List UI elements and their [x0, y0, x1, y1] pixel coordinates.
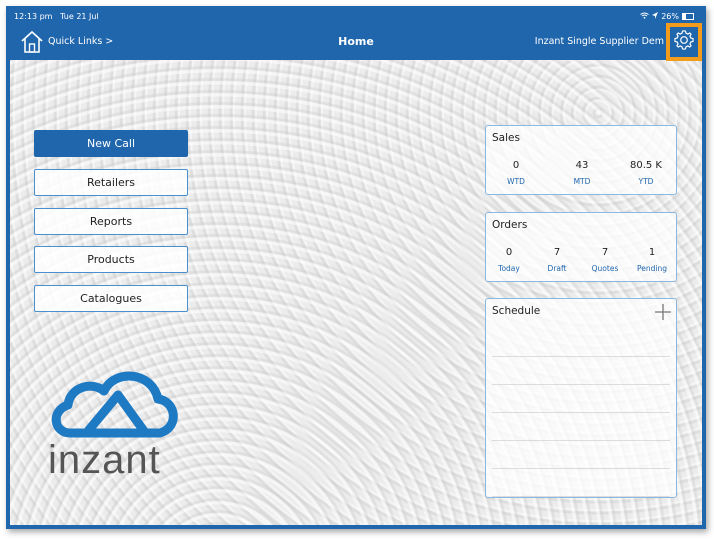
status-time: 12:13 pm — [14, 12, 53, 21]
sales-title: Sales — [492, 132, 520, 144]
battery-percent: 26% — [661, 12, 679, 21]
nav-bar: Quick Links > Home Inzant Single Supplie… — [10, 23, 702, 61]
stat-value: 80.5 K — [629, 160, 662, 171]
sales-mtd[interactable]: 43 MTD — [560, 160, 604, 186]
app-frame: 12:13 pm Tue 21 Jul 26% Quick Links > Ho… — [6, 6, 706, 529]
screen: 12:13 pm Tue 21 Jul 26% Quick Links > Ho… — [10, 10, 702, 525]
orders-quotes[interactable]: 7 Quotes — [583, 247, 627, 273]
battery-icon — [682, 13, 694, 20]
settings-button[interactable] — [666, 23, 702, 61]
orders-pending[interactable]: 1 Pending — [630, 247, 674, 273]
new-call-button[interactable]: New Call — [34, 130, 188, 157]
stat-label: MTD — [573, 177, 591, 186]
stat-value: 43 — [575, 160, 589, 171]
wifi-icon — [640, 12, 650, 21]
location-icon — [652, 12, 659, 21]
status-bar: 12:13 pm Tue 21 Jul 26% — [10, 10, 702, 24]
catalogues-button[interactable]: Catalogues — [34, 285, 188, 312]
stat-value: 0 — [512, 160, 520, 171]
stat-value: 7 — [553, 247, 561, 258]
schedule-slot[interactable] — [492, 357, 670, 385]
logo-wordmark: inzant — [48, 438, 161, 482]
stat-label: Today — [498, 264, 520, 273]
reports-button[interactable]: Reports — [34, 208, 188, 235]
gear-icon — [673, 29, 695, 55]
supplier-name: Inzant Single Supplier Dem — [534, 36, 664, 47]
stat-label: Quotes — [591, 264, 619, 273]
home-icon[interactable] — [20, 30, 44, 54]
schedule-card: Schedule — [485, 298, 677, 498]
quick-links-link[interactable]: Quick Links > — [48, 36, 113, 47]
schedule-list — [492, 329, 670, 497]
schedule-slot[interactable] — [492, 385, 670, 413]
products-button[interactable]: Products — [34, 246, 188, 273]
stat-label: WTD — [507, 177, 525, 186]
stat-label: Draft — [547, 264, 567, 273]
schedule-slot[interactable] — [492, 413, 670, 441]
stat-value: 0 — [505, 247, 513, 258]
schedule-title: Schedule — [492, 305, 541, 317]
stat-value: 1 — [648, 247, 656, 258]
schedule-slot[interactable] — [492, 441, 670, 469]
stat-value: 7 — [601, 247, 609, 258]
orders-title: Orders — [492, 219, 528, 231]
add-schedule-button[interactable] — [654, 303, 672, 321]
schedule-slot[interactable] — [492, 469, 670, 497]
sales-card[interactable]: Sales 0 WTD 43 MTD 80.5 K YTD — [485, 125, 677, 195]
orders-card[interactable]: Orders 0 Today 7 Draft 7 Quotes 1 Pendin… — [485, 212, 677, 282]
plus-icon — [654, 304, 672, 325]
retailers-button[interactable]: Retailers — [34, 169, 188, 196]
stat-label: Pending — [637, 264, 667, 273]
status-date: Tue 21 Jul — [60, 12, 99, 21]
orders-draft[interactable]: 7 Draft — [535, 247, 579, 273]
sales-wtd[interactable]: 0 WTD — [494, 160, 538, 186]
stat-label: YTD — [638, 177, 654, 186]
orders-today[interactable]: 0 Today — [487, 247, 531, 273]
sales-ytd[interactable]: 80.5 K YTD — [624, 160, 668, 186]
schedule-slot[interactable] — [492, 329, 670, 357]
